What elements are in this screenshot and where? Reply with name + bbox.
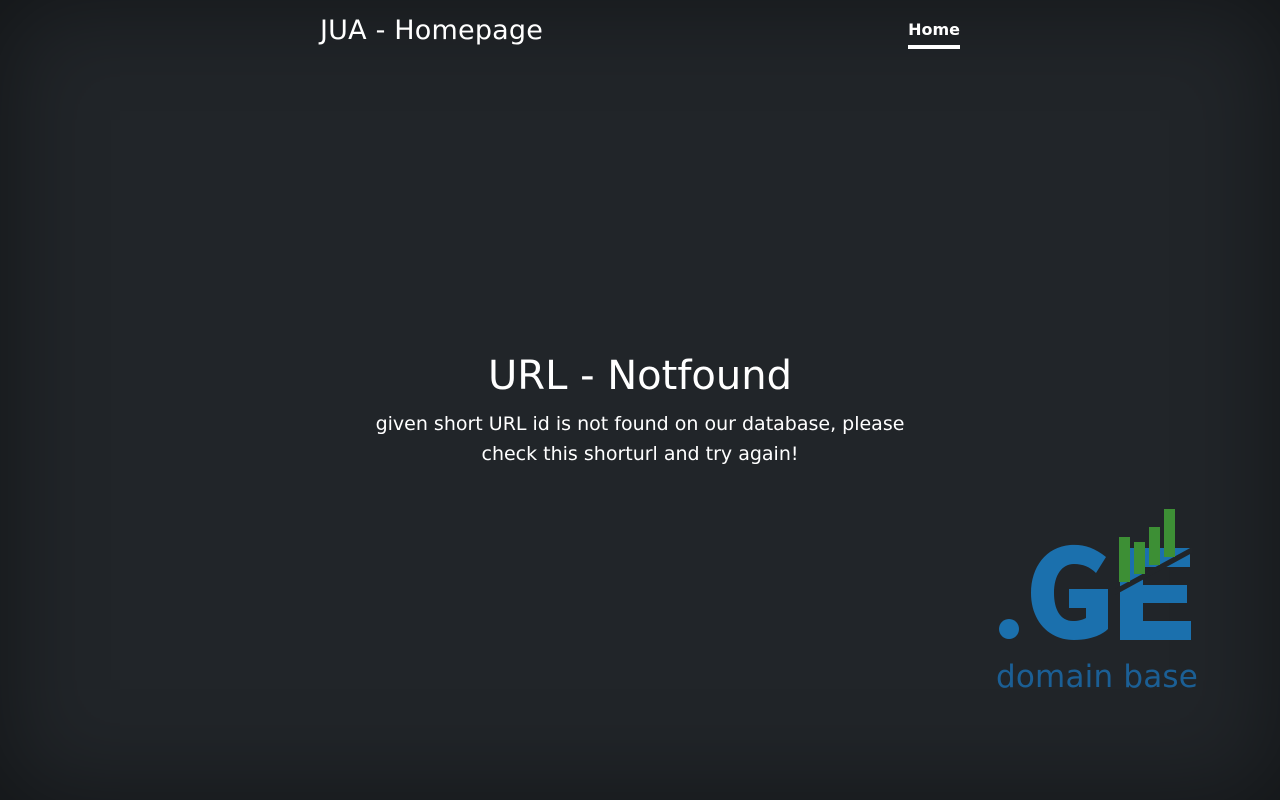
nav-link-home[interactable]: Home (908, 20, 960, 49)
logo-bar-3 (1149, 527, 1160, 565)
error-message: given short URL id is not found on our d… (375, 413, 905, 465)
logo-bar-4 (1164, 509, 1175, 557)
logo-tagline: domain base (996, 659, 1199, 695)
masthead: JUA - Homepage Home (320, 0, 960, 64)
ge-logo-mark (999, 509, 1192, 640)
logo-letter-g (1031, 544, 1108, 640)
logo-dot (999, 619, 1019, 639)
cover-content: URL - Notfound given short URL id is not… (340, 352, 940, 469)
logo-bar-1 (1119, 537, 1130, 582)
logo-bar-2 (1134, 542, 1145, 574)
error-heading: URL - Notfound (488, 353, 792, 399)
domain-base-logo: domain base (994, 505, 1198, 697)
site-brand: JUA - Homepage (320, 15, 544, 46)
main-nav: Home (908, 20, 960, 49)
